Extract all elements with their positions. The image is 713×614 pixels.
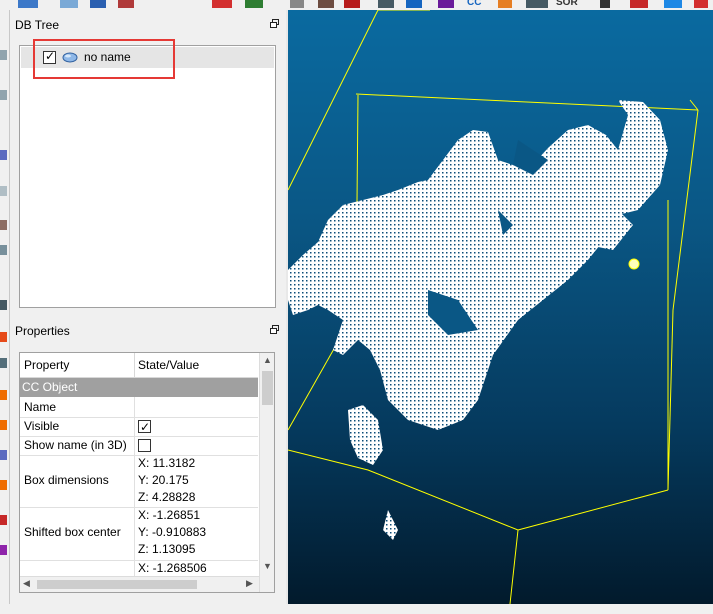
vertical-scroll-thumb[interactable] (262, 371, 273, 405)
cc-label: CC (467, 0, 482, 8)
box-center-y: Y: -0.910883 (138, 525, 207, 539)
property-key: Show name (in 3D) (24, 438, 127, 452)
property-key: Box dimensions (24, 473, 109, 487)
tool-icon[interactable] (0, 450, 7, 460)
tool-icon[interactable] (438, 0, 454, 8)
scroll-down-icon[interactable]: ▼ (263, 561, 272, 571)
column-header-property[interactable]: Property (20, 353, 135, 377)
tool-icon[interactable] (406, 0, 422, 8)
tool-icon[interactable] (0, 186, 7, 196)
section-label: CC Object (22, 380, 78, 394)
table-row-visible[interactable]: Visible ✓ (20, 417, 258, 436)
horizontal-scrollbar[interactable]: ◀ ▶ (20, 576, 259, 592)
table-row-name[interactable]: Name (20, 398, 258, 417)
tool-icon[interactable] (0, 150, 7, 160)
scroll-left-icon[interactable]: ◀ (23, 578, 30, 589)
left-toolbar (0, 10, 10, 610)
column-header-value[interactable]: State/Value (134, 353, 258, 377)
tool-icon[interactable] (0, 480, 7, 490)
sor-icon[interactable]: SOR (556, 0, 582, 8)
tool-icon[interactable] (0, 358, 7, 368)
graph-icon[interactable] (118, 0, 134, 8)
tool-icon[interactable] (344, 0, 360, 8)
sync-icon[interactable] (245, 0, 263, 8)
section-cc-object[interactable]: CC Object (20, 378, 258, 397)
main-toolbar: CC SOR (0, 0, 713, 10)
save-icon[interactable] (18, 0, 38, 8)
table-row-show-name[interactable]: Show name (in 3D) (20, 436, 258, 455)
tool-icon[interactable] (664, 0, 682, 8)
visible-checkbox[interactable]: ✓ (138, 420, 151, 434)
tool-icon[interactable] (0, 90, 7, 100)
properties-title: Properties (15, 324, 70, 338)
tool-icon[interactable] (318, 0, 334, 8)
pick-icon[interactable] (60, 0, 78, 8)
tool-icon[interactable] (600, 0, 610, 8)
property-key: Name (24, 400, 57, 414)
tool-icon[interactable] (378, 0, 394, 8)
box-dimension-z: Z: 4.28828 (138, 490, 196, 504)
tool-icon[interactable] (0, 300, 7, 310)
annotation-highlight-box (33, 39, 175, 79)
undock-icon[interactable] (270, 19, 279, 28)
tool-icon[interactable] (0, 420, 7, 430)
point-cloud-render (288, 10, 699, 604)
tool-icon[interactable] (630, 0, 648, 8)
box-center-z: Z: 1.13095 (138, 542, 196, 556)
horizontal-scroll-thumb[interactable] (37, 580, 197, 589)
properties-title-bar: Properties (10, 321, 286, 341)
tool-icon[interactable] (0, 245, 7, 255)
property-key: Shifted box center (24, 525, 121, 539)
table-row-shifted-box-center[interactable]: Shifted box center X: -1.26851 Y: -0.910… (20, 508, 258, 560)
box-center-x: X: -1.26851 (138, 508, 201, 522)
cc-icon[interactable]: CC (467, 0, 489, 8)
db-tree-view[interactable]: ✓ no name (19, 45, 276, 308)
tool-icon[interactable] (0, 390, 7, 400)
db-tree-title: DB Tree (15, 18, 60, 32)
status-bar (0, 604, 713, 614)
tool-icon[interactable] (0, 220, 7, 230)
table-row-partial[interactable]: X: -1.268506 (20, 561, 258, 577)
box-dimension-y: Y: 20.175 (138, 473, 189, 487)
tool-icon[interactable] (498, 0, 512, 8)
sor-label: SOR (556, 0, 578, 8)
properties-table[interactable]: Property State/Value CC Object Name Visi… (19, 352, 275, 593)
tool-icon[interactable] (0, 545, 7, 555)
db-tree-title-bar: DB Tree (10, 15, 286, 35)
property-key: Visible (24, 419, 60, 433)
tool-icon[interactable] (0, 515, 7, 525)
delete-icon[interactable] (212, 0, 232, 8)
tool-icon[interactable] (290, 0, 304, 8)
scroll-right-icon[interactable]: ▶ (246, 578, 253, 589)
tool-icon[interactable] (526, 0, 548, 8)
3d-view[interactable] (288, 10, 713, 604)
tool-icon[interactable] (0, 50, 7, 60)
vertical-scrollbar[interactable]: ▲ ▼ (259, 353, 274, 592)
tool-icon[interactable] (0, 332, 7, 342)
point-cloud (288, 100, 668, 540)
tool-icon[interactable] (694, 0, 708, 8)
show-name-checkbox[interactable] (138, 439, 151, 452)
scroll-up-icon[interactable]: ▲ (263, 355, 272, 365)
undock-icon[interactable] (270, 325, 279, 334)
marker-point (628, 258, 640, 270)
list-icon[interactable] (90, 0, 106, 8)
table-row-box-dimensions[interactable]: Box dimensions X: 11.3182 Y: 20.175 Z: 4… (20, 455, 258, 507)
partial-value-x: X: -1.268506 (138, 561, 207, 575)
properties-header: Property State/Value (20, 353, 258, 378)
box-dimension-x: X: 11.3182 (138, 456, 196, 470)
